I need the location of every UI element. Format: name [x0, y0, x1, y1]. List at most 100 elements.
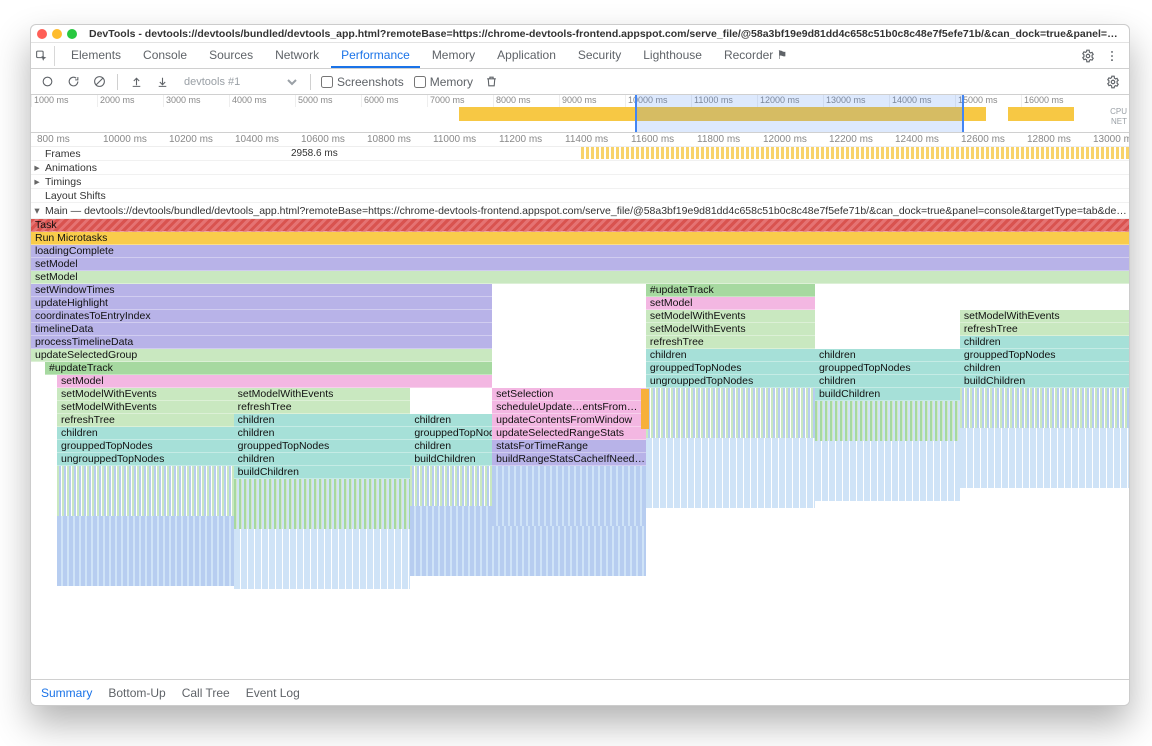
flame-l2-children3[interactable]: children — [234, 453, 411, 466]
flame-rb-children[interactable]: children — [815, 349, 960, 362]
tab-console[interactable]: Console — [133, 43, 197, 68]
flame-r-setmodelwithevents2[interactable]: setModelWithEvents — [646, 323, 815, 336]
clear-button[interactable] — [91, 74, 107, 90]
flame-r-updatetrack[interactable]: #updateTrack — [646, 284, 815, 297]
flame-l2-buildchildren[interactable]: buildChildren — [234, 466, 411, 479]
flame-l1-children[interactable]: children — [57, 427, 234, 440]
flame-l2-setmodelwithevents[interactable]: setModelWithEvents — [234, 388, 411, 401]
track-main[interactable]: ▾Main — devtools://devtools/bundled/devt… — [31, 203, 1129, 219]
tab-recorder[interactable]: Recorder ⚑ — [714, 43, 797, 68]
flame-l2-children[interactable]: children — [234, 414, 411, 427]
flame-rb-groupped[interactable]: grouppedTopNodes — [815, 362, 960, 375]
tab-security[interactable]: Security — [568, 43, 631, 68]
flame-l2-children2[interactable]: children — [234, 427, 411, 440]
flame-updatecontents[interactable]: updateContentsFromWindow — [492, 414, 646, 427]
detail-tab-bottomup[interactable]: Bottom-Up — [108, 686, 165, 700]
titlebar: DevTools - devtools://devtools/bundled/d… — [31, 25, 1129, 43]
flame-sel-stripes — [492, 466, 646, 526]
memory-checkbox-label[interactable]: Memory — [414, 75, 473, 89]
flame-rc-children2[interactable]: children — [960, 362, 1129, 375]
load-profile-button[interactable] — [128, 74, 144, 90]
flame-l2-stripes2 — [234, 529, 411, 589]
memory-checkbox[interactable] — [414, 76, 426, 88]
flame-scheduleupdate[interactable]: scheduleUpdate…entsFromWindow — [492, 401, 646, 414]
flame-setselection[interactable]: setSelection — [492, 388, 646, 401]
flame-rb-stripes2 — [815, 441, 960, 501]
overview-activity-2 — [1008, 107, 1074, 121]
overview-lane-labels: CPUNET — [1110, 107, 1127, 127]
tab-network[interactable]: Network — [265, 43, 329, 68]
detail-tab-calltree[interactable]: Call Tree — [182, 686, 230, 700]
garbage-collect-button[interactable] — [483, 74, 499, 90]
flame-r-stripesA2 — [646, 438, 815, 508]
screenshots-checkbox-label[interactable]: Screenshots — [321, 75, 404, 89]
flame-setmodel-1[interactable]: setModel — [31, 258, 1129, 271]
flame-updateselectedrangestats[interactable]: updateSelectedRangeStats — [492, 427, 646, 440]
tab-memory[interactable]: Memory — [422, 43, 485, 68]
flame-l2-groupped[interactable]: grouppedTopNodes — [234, 440, 411, 453]
window-controls — [37, 29, 77, 39]
zoom-window-button[interactable] — [67, 29, 77, 39]
flame-orange-spike — [641, 389, 649, 429]
detail-tab-eventlog[interactable]: Event Log — [246, 686, 300, 700]
flame-setmodel-2[interactable]: setModel — [31, 271, 1129, 284]
record-button[interactable] — [39, 74, 55, 90]
flame-l1-groupped[interactable]: grouppedTopNodes — [57, 440, 234, 453]
detail-tab-summary[interactable]: Summary — [41, 686, 92, 700]
flame-l1-setmodelwithevents[interactable]: setModelWithEvents — [57, 388, 234, 401]
flame-rc-stripes — [960, 388, 1129, 428]
flame-rb-buildchildren[interactable]: buildChildren — [815, 388, 960, 401]
flame-loadingcomplete[interactable]: loadingComplete — [31, 245, 1129, 258]
inspect-element-icon[interactable] — [35, 46, 55, 66]
tab-application[interactable]: Application — [487, 43, 566, 68]
flame-r-refreshtree[interactable]: refreshTree — [646, 336, 815, 349]
tab-performance[interactable]: Performance — [331, 43, 420, 68]
flame-l2-refreshtree[interactable]: refreshTree — [234, 401, 411, 414]
track-animations[interactable]: ▸Animations — [31, 161, 1129, 175]
flame-buildrangestatscache[interactable]: buildRangeStatsCacheIfNeeded — [492, 453, 646, 466]
flame-rb-stripes — [815, 401, 960, 441]
close-window-button[interactable] — [37, 29, 47, 39]
profile-select[interactable]: devtools #1 — [180, 75, 300, 89]
frame-duration-marker: 2958.6 ms — [291, 148, 338, 159]
track-timings[interactable]: ▸Timings — [31, 175, 1129, 189]
screenshots-checkbox[interactable] — [321, 76, 333, 88]
reload-record-button[interactable] — [65, 74, 81, 90]
flame-rb-children2[interactable]: children — [815, 375, 960, 388]
kebab-menu-icon[interactable] — [1105, 49, 1119, 63]
overview-timeline[interactable]: 1000 ms2000 ms3000 ms4000 ms5000 ms6000 … — [31, 95, 1129, 133]
perf-toolbar: devtools #1 Screenshots Memory — [31, 69, 1129, 95]
save-profile-button[interactable] — [154, 74, 170, 90]
flame-statsfortimerange[interactable]: statsForTimeRange — [492, 440, 646, 453]
detail-tabs: Summary Bottom-Up Call Tree Event Log — [31, 679, 1129, 705]
flame-r-ungroupped[interactable]: ungrouppedTopNodes — [646, 375, 815, 388]
window-title: DevTools - devtools://devtools/bundled/d… — [89, 28, 1123, 40]
flame-rc-groupped[interactable]: grouppedTopNodes — [960, 349, 1129, 362]
flame-r-children[interactable]: children — [646, 349, 815, 362]
tab-elements[interactable]: Elements — [61, 43, 131, 68]
flame-r-groupped[interactable]: grouppedTopNodes — [646, 362, 815, 375]
flame-l1-refreshtree[interactable]: refreshTree — [57, 414, 234, 427]
tab-sources[interactable]: Sources — [199, 43, 263, 68]
flame-rc-buildchildren[interactable]: buildChildren — [960, 375, 1129, 388]
detail-ruler[interactable]: 800 ms10000 ms10200 ms10400 ms10600 ms10… — [31, 133, 1129, 147]
tab-lighthouse[interactable]: Lighthouse — [633, 43, 712, 68]
flame-run-microtasks[interactable]: Run Microtasks — [31, 232, 1129, 245]
flame-task[interactable]: Task — [31, 219, 1129, 232]
flame-chart[interactable]: Task Run Microtasks loadingComplete setM… — [31, 219, 1129, 689]
flame-rc-children[interactable]: children — [960, 336, 1129, 349]
frames-stripes — [581, 147, 1129, 159]
track-layout-shifts[interactable]: Layout Shifts — [31, 189, 1129, 203]
flame-r-setmodel[interactable]: setModel — [646, 297, 815, 310]
track-frames[interactable]: Frames 2958.6 ms — [31, 147, 1129, 161]
flame-l1-setmodelwithevents2[interactable]: setModelWithEvents — [57, 401, 234, 414]
flame-rc-refreshtree[interactable]: refreshTree — [960, 323, 1129, 336]
flame-rc-setmodelwithevents[interactable]: setModelWithEvents — [960, 310, 1129, 323]
overview-selection[interactable] — [635, 95, 964, 132]
flame-r-setmodelwithevents[interactable]: setModelWithEvents — [646, 310, 815, 323]
capture-settings-gear-icon[interactable] — [1105, 74, 1121, 90]
settings-gear-icon[interactable] — [1081, 49, 1095, 63]
flame-l1-ungroupped[interactable]: ungrouppedTopNodes — [57, 453, 234, 466]
recorder-badge-icon: ⚑ — [777, 48, 788, 62]
minimize-window-button[interactable] — [52, 29, 62, 39]
